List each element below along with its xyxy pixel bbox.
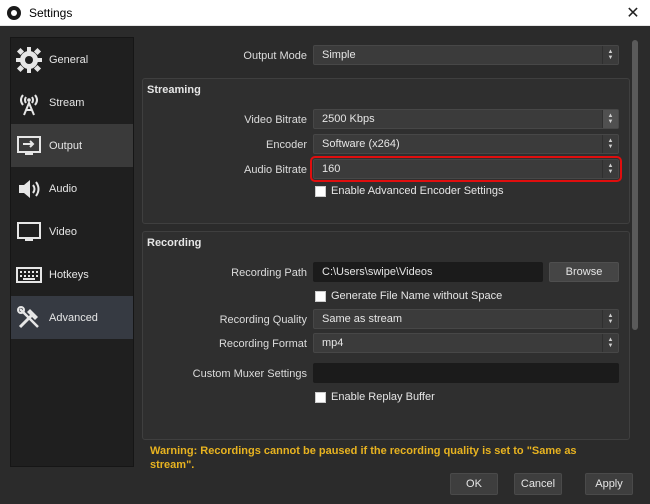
replay-buffer-checkbox[interactable] <box>315 391 326 403</box>
output-mode-select[interactable]: Simple ▲ ▼ <box>313 45 619 65</box>
sidebar-item-label: Video <box>49 225 77 238</box>
output-settings-panel: Output Mode Simple ▲ ▼ Streaming Video Bi… <box>136 37 630 470</box>
custom-muxer-label: Custom Muxer Settings <box>192 368 307 380</box>
video-bitrate-value: 2500 Kbps <box>322 113 375 125</box>
broadcast-icon <box>14 88 44 118</box>
cancel-button[interactable]: Cancel <box>514 473 562 495</box>
advanced-encoder-checkbox-row[interactable]: Enable Advanced Encoder Settings <box>315 185 503 197</box>
ok-button[interactable]: OK <box>450 473 498 495</box>
sidebar-item-video[interactable]: Video <box>11 210 133 253</box>
recording-path-label: Recording Path <box>231 267 307 279</box>
sidebar-item-general[interactable]: General <box>11 38 133 81</box>
encoder-value: Software (x264) <box>322 138 400 150</box>
scrollbar-thumb[interactable] <box>632 40 638 330</box>
filename-no-space-checkbox[interactable] <box>315 290 326 302</box>
custom-muxer-input[interactable] <box>313 363 619 383</box>
filename-no-space-checkbox-row[interactable]: Generate File Name without Space <box>315 290 502 302</box>
recording-quality-label: Recording Quality <box>219 314 307 326</box>
chevron-updown-icon: ▲ ▼ <box>602 160 618 178</box>
output-mode-value: Simple <box>322 49 356 61</box>
replay-buffer-label: Enable Replay Buffer <box>331 391 435 403</box>
window-title: Settings <box>29 5 73 20</box>
encoder-select[interactable]: Software (x264) ▲ ▼ <box>313 134 619 154</box>
video-bitrate-spinbox[interactable]: 2500 Kbps ▲ ▼ <box>313 109 619 129</box>
audio-bitrate-select[interactable]: 160 ▲ ▼ <box>310 156 622 182</box>
sidebar-item-stream[interactable]: Stream <box>11 81 133 124</box>
close-icon[interactable]: ✕ <box>616 0 650 26</box>
keyboard-icon <box>14 260 44 290</box>
sidebar-item-output[interactable]: Output <box>11 124 133 167</box>
video-bitrate-label: Video Bitrate <box>244 114 307 126</box>
monitor-icon <box>14 217 44 247</box>
recording-pause-warning: Warning: Recordings cannot be paused if … <box>150 445 577 470</box>
output-mode-label: Output Mode <box>243 50 307 62</box>
sidebar-item-audio[interactable]: Audio <box>11 167 133 210</box>
filename-no-space-label: Generate File Name without Space <box>331 290 503 302</box>
tools-icon <box>14 303 44 333</box>
settings-scrollbar[interactable] <box>630 37 640 470</box>
settings-sidebar: General Stream Output Audio Video Hotkey… <box>10 37 134 467</box>
browse-button[interactable]: Browse <box>549 262 619 282</box>
audio-bitrate-value: 160 <box>322 163 341 175</box>
recording-path-input[interactable]: C:\Users\swipe\Videos <box>313 262 543 282</box>
sidebar-item-label: Stream <box>49 96 85 109</box>
chevron-updown-icon: ▲ ▼ <box>602 46 618 64</box>
output-monitor-icon <box>14 131 44 161</box>
sidebar-item-label: Advanced <box>49 311 98 324</box>
sidebar-item-label: General <box>49 53 89 66</box>
audio-bitrate-label: Audio Bitrate <box>244 164 307 176</box>
replay-buffer-checkbox-row[interactable]: Enable Replay Buffer <box>315 391 435 403</box>
gear-icon <box>14 45 44 75</box>
recording-quality-value: Same as stream <box>322 313 403 325</box>
recording-quality-select[interactable]: Same as stream ▲ ▼ <box>313 309 619 329</box>
recording-format-select[interactable]: mp4 ▲ ▼ <box>313 333 619 353</box>
encoder-label: Encoder <box>266 139 307 151</box>
recording-format-label: Recording Format <box>218 338 307 350</box>
sidebar-item-label: Audio <box>49 182 78 195</box>
advanced-encoder-checkbox[interactable] <box>315 185 326 197</box>
sidebar-item-advanced[interactable]: Advanced <box>11 296 133 339</box>
title-bar: Settings ✕ <box>0 0 650 26</box>
sidebar-item-label: Output <box>49 139 83 152</box>
obs-app-icon <box>7 5 21 20</box>
speaker-icon <box>14 174 44 204</box>
spin-arrows-icon[interactable]: ▲ ▼ <box>602 110 618 128</box>
recording-format-value: mp4 <box>322 337 344 349</box>
chevron-updown-icon: ▲ ▼ <box>602 334 618 352</box>
apply-button[interactable]: Apply <box>585 473 633 495</box>
chevron-updown-icon: ▲ ▼ <box>602 310 618 328</box>
sidebar-item-hotkeys[interactable]: Hotkeys <box>11 253 133 296</box>
streaming-group-title: Streaming <box>147 84 201 96</box>
advanced-encoder-label: Enable Advanced Encoder Settings <box>331 185 504 197</box>
chevron-updown-icon: ▲ ▼ <box>602 135 618 153</box>
settings-window: General Stream Output Audio Video Hotkey… <box>0 26 650 504</box>
sidebar-item-label: Hotkeys <box>49 268 89 281</box>
recording-group-title: Recording <box>147 237 202 249</box>
